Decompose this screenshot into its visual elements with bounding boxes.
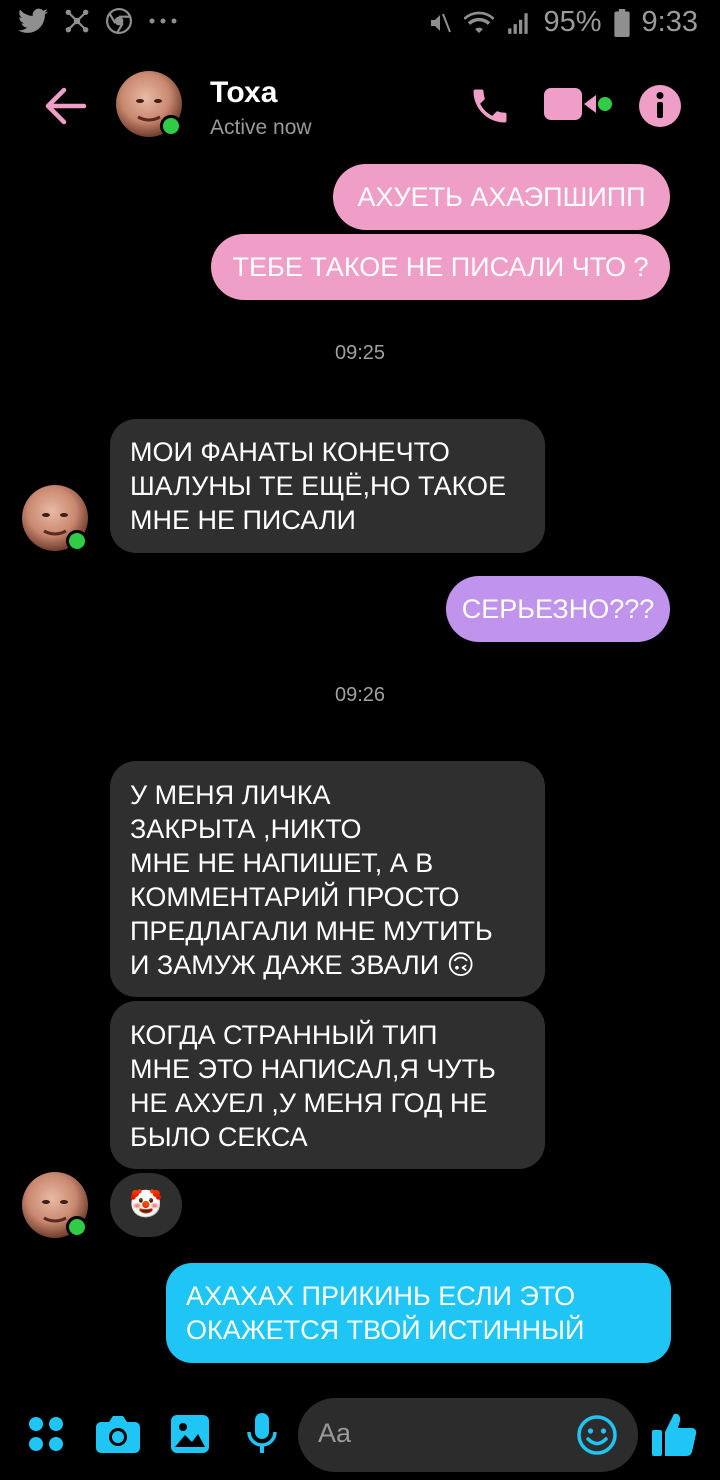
emoji-icon[interactable] <box>576 1414 618 1456</box>
mute-icon <box>430 13 451 32</box>
battery-percentage: 95% <box>543 6 602 38</box>
gallery-icon[interactable] <box>170 1414 210 1454</box>
battery-icon <box>613 8 630 37</box>
message-in-emoji[interactable]: 🤡 <box>110 1173 182 1237</box>
apps-grid-icon[interactable] <box>28 1416 64 1452</box>
status-bar-system: 95% 9:33 <box>428 6 698 39</box>
message-input[interactable]: Aa <box>298 1398 638 1472</box>
twitter-icon <box>18 8 48 33</box>
microphone-icon[interactable] <box>246 1412 278 1456</box>
signal-icon <box>507 12 528 34</box>
network-share-icon <box>65 9 89 33</box>
video-camera-icon[interactable] <box>544 86 614 122</box>
info-icon[interactable] <box>638 84 682 128</box>
more-dots-icon <box>149 18 177 24</box>
online-indicator <box>66 530 88 552</box>
status-bar: 95% 9:33 <box>0 0 720 50</box>
message-out-4[interactable]: АХАХАХ ПРИКИНЬ ЕСЛИ ЭТО ОКАЖЕТСЯ ТВОЙ ИС… <box>166 1263 671 1363</box>
online-indicator <box>66 1216 88 1238</box>
clock: 9:33 <box>641 6 698 38</box>
wifi-icon <box>463 11 494 33</box>
online-indicator <box>160 115 182 137</box>
message-in-1[interactable]: МОИ ФАНАТЫ КОНЕЧТО ШАЛУНЫ ТЕ ЕЩЁ,НО ТАКО… <box>110 419 545 553</box>
message-out-1[interactable]: АХУЕТЬ АХАЭПШИПП <box>333 164 670 230</box>
message-input-placeholder: Aa <box>318 1418 352 1448</box>
contact-status: Active now <box>210 116 312 139</box>
contact-name[interactable]: Тоха <box>210 76 277 110</box>
message-in-2[interactable]: У МЕНЯ ЛИЧКА ЗАКРЫТА ,НИКТО МНЕ НЕ НАПИШ… <box>110 761 545 997</box>
chrome-icon <box>106 8 132 34</box>
camera-icon[interactable] <box>95 1414 141 1454</box>
status-bar-notifications <box>18 8 178 34</box>
message-out-2[interactable]: ТЕБЕ ТАКОЕ НЕ ПИСАЛИ ЧТО ? <box>211 234 670 300</box>
message-out-3[interactable]: СЕРЬЕЗНО??? <box>446 576 670 642</box>
timestamp: 09:26 <box>334 684 386 706</box>
thumbs-up-icon[interactable] <box>650 1410 698 1458</box>
back-arrow-icon[interactable] <box>42 82 90 130</box>
phone-icon[interactable] <box>468 84 512 128</box>
timestamp: 09:25 <box>334 342 386 364</box>
message-in-3[interactable]: КОГДА СТРАННЫЙ ТИП МНЕ ЭТО НАПИСАЛ,Я ЧУТ… <box>110 1001 545 1169</box>
